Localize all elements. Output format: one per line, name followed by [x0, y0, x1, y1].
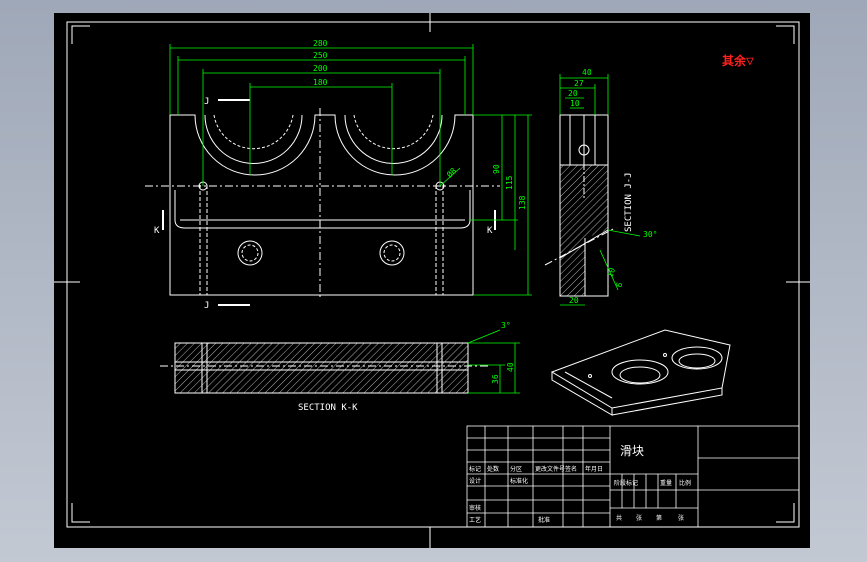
- dim-side-bottom: 20: [569, 296, 579, 305]
- dim-side-top: 40: [582, 68, 592, 77]
- drawing-canvas[interactable]: 其余 ▽ J J K K 280 250 200 180 90 115 138 …: [0, 0, 867, 562]
- roughness-note: 其余: [722, 53, 747, 68]
- dim-width-total: 280: [313, 39, 328, 48]
- section-label-j: SECTION J-J: [624, 172, 634, 232]
- tb-design: 设计: [469, 477, 481, 485]
- tb-sheet-unit-a: 张: [636, 514, 642, 522]
- dim-width-outer: 250: [313, 51, 328, 60]
- section-mark-j-top: J: [204, 97, 209, 107]
- tb-header-1: 处数: [487, 465, 499, 473]
- section-label-k: SECTION K-K: [298, 403, 358, 413]
- dim-height-b: 115: [505, 175, 514, 190]
- section-mark-k-right: K: [487, 226, 493, 236]
- tb-stage: 阶段标记: [614, 479, 638, 487]
- tb-sheet-no: 第: [656, 514, 662, 522]
- tb-process: 工艺: [469, 516, 481, 524]
- dim-side-angle: 30°: [643, 230, 657, 239]
- tb-header-5: 年月日: [585, 465, 603, 473]
- dim-width-inner: 180: [313, 78, 328, 87]
- dim-kk-40: 40: [506, 362, 515, 372]
- dim-side-27: 27: [574, 79, 584, 88]
- tb-weight: 重量: [660, 479, 672, 487]
- tb-standard: 标准化: [510, 477, 528, 485]
- cad-viewport[interactable]: 其余 ▽ J J K K 280 250 200 180 90 115 138 …: [0, 0, 867, 562]
- dim-kk-angle: 3°: [501, 321, 511, 330]
- roughness-symbol-icon: ▽: [746, 54, 754, 69]
- dim-side-10: 10: [570, 99, 580, 108]
- part-name: 滑块: [620, 444, 644, 458]
- tb-header-3: 更改文件号: [535, 465, 565, 473]
- dim-kk-36: 36: [491, 374, 500, 384]
- section-mark-k-left: K: [154, 226, 160, 236]
- section-mark-j-bottom: J: [204, 301, 209, 311]
- drawing-background: [54, 13, 810, 548]
- dim-width-mid: 200: [313, 64, 328, 73]
- dim-height-a: 90: [492, 164, 501, 174]
- tb-sheet-unit-b: 张: [678, 514, 684, 522]
- tb-approve: 批准: [538, 516, 550, 524]
- tb-header-0: 标记: [469, 465, 481, 473]
- tb-header-4: 签名: [565, 465, 577, 473]
- tb-header-2: 分区: [510, 465, 522, 473]
- tb-sheet-total: 共: [616, 514, 622, 522]
- tb-scale: 比例: [679, 479, 691, 487]
- dim-height-total: 138: [518, 195, 527, 210]
- dim-side-20a: 20: [568, 89, 578, 98]
- tb-review: 审核: [469, 504, 481, 512]
